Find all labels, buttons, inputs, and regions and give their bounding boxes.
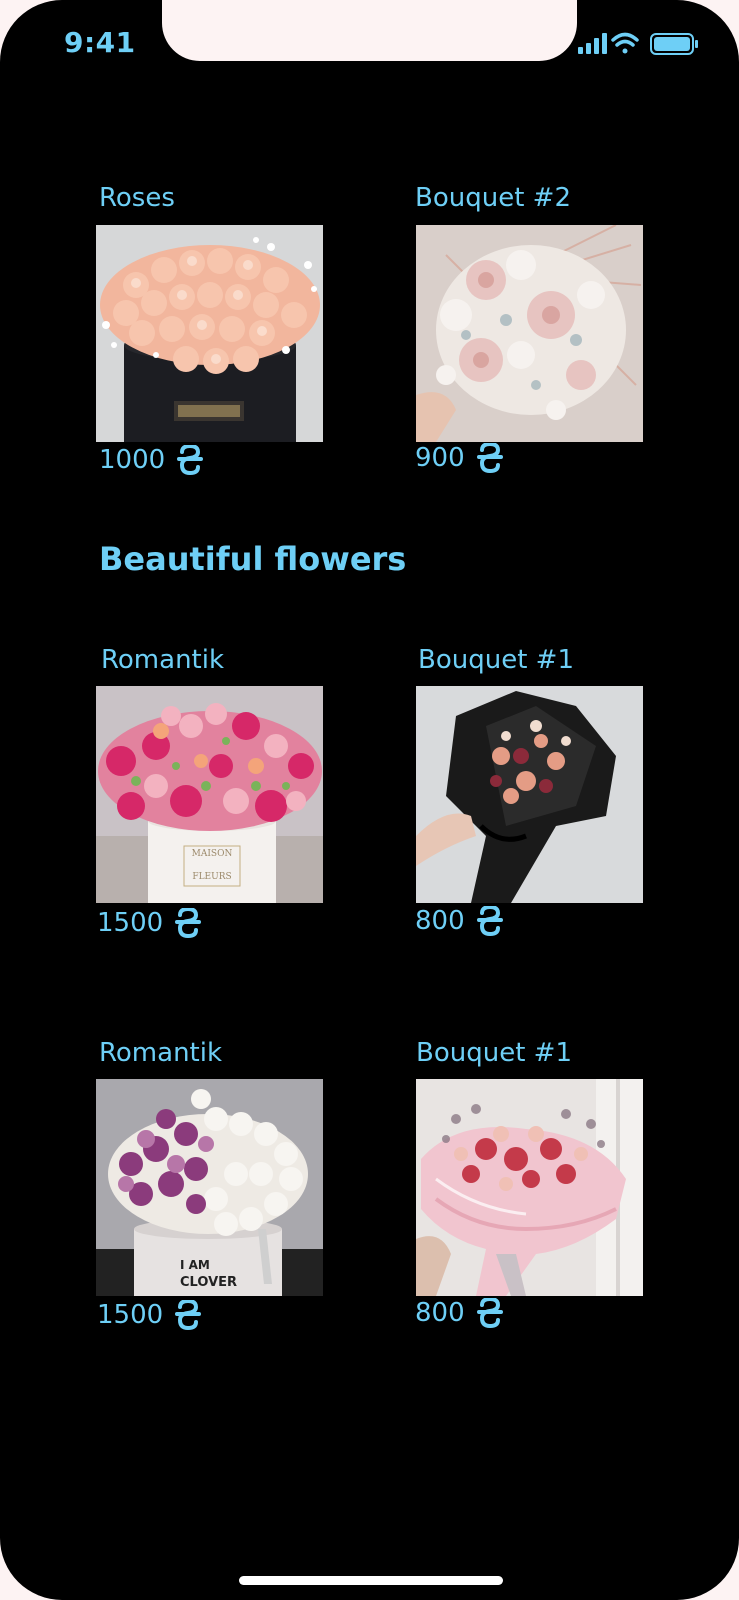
price-value: 800 — [415, 906, 465, 936]
product-price: 900 — [415, 443, 505, 473]
phone-screen: 9:41 Roses 1000 Bouquet #2 900 Beautiful… — [0, 0, 739, 1600]
signal-icon — [578, 33, 607, 54]
product-image-bouquet-1[interactable] — [416, 686, 643, 903]
battery-icon — [650, 33, 698, 55]
product-price: 800 — [415, 1298, 505, 1328]
product-name: Romantik — [99, 1038, 223, 1068]
price-value: 1500 — [97, 1300, 164, 1330]
product-name: Bouquet #1 — [416, 1038, 572, 1068]
product-image-bouquet-2[interactable] — [416, 225, 643, 442]
svg-text:I AM: I AM — [180, 1258, 210, 1272]
ruble-sign-icon — [175, 1300, 202, 1330]
svg-text:FLEURS: FLEURS — [192, 872, 231, 882]
product-price: 800 — [415, 906, 505, 936]
svg-text:MAISON: MAISON — [192, 849, 233, 859]
product-price: 1500 — [97, 1300, 203, 1330]
price-value: 900 — [415, 443, 465, 473]
product-price: 1500 — [97, 908, 203, 938]
notch — [162, 0, 577, 61]
product-image-romantik[interactable]: MAISON FLEURS — [96, 686, 323, 903]
wifi-icon — [611, 32, 639, 54]
product-image-romantik[interactable]: I AM CLOVER — [96, 1079, 323, 1296]
product-name: Bouquet #2 — [415, 183, 571, 213]
product-name: Bouquet #1 — [418, 645, 574, 675]
price-value: 1500 — [97, 908, 164, 938]
status-time: 9:41 — [64, 26, 136, 59]
status-icons — [576, 30, 714, 58]
product-price: 1000 — [99, 445, 205, 475]
price-value: 1000 — [99, 445, 166, 475]
product-name: Romantik — [101, 645, 225, 675]
price-value: 800 — [415, 1298, 465, 1328]
section-title: Beautiful flowers — [99, 540, 407, 578]
ruble-sign-icon — [476, 906, 503, 936]
product-image-bouquet-1[interactable] — [416, 1079, 643, 1296]
ruble-sign-icon — [175, 908, 202, 938]
product-image-roses[interactable] — [96, 225, 323, 442]
ruble-sign-icon — [476, 1298, 503, 1328]
product-name: Roses — [99, 183, 175, 213]
ruble-sign-icon — [476, 443, 503, 473]
ruble-sign-icon — [177, 445, 204, 475]
home-indicator[interactable] — [239, 1576, 503, 1585]
svg-text:CLOVER: CLOVER — [180, 1275, 237, 1290]
